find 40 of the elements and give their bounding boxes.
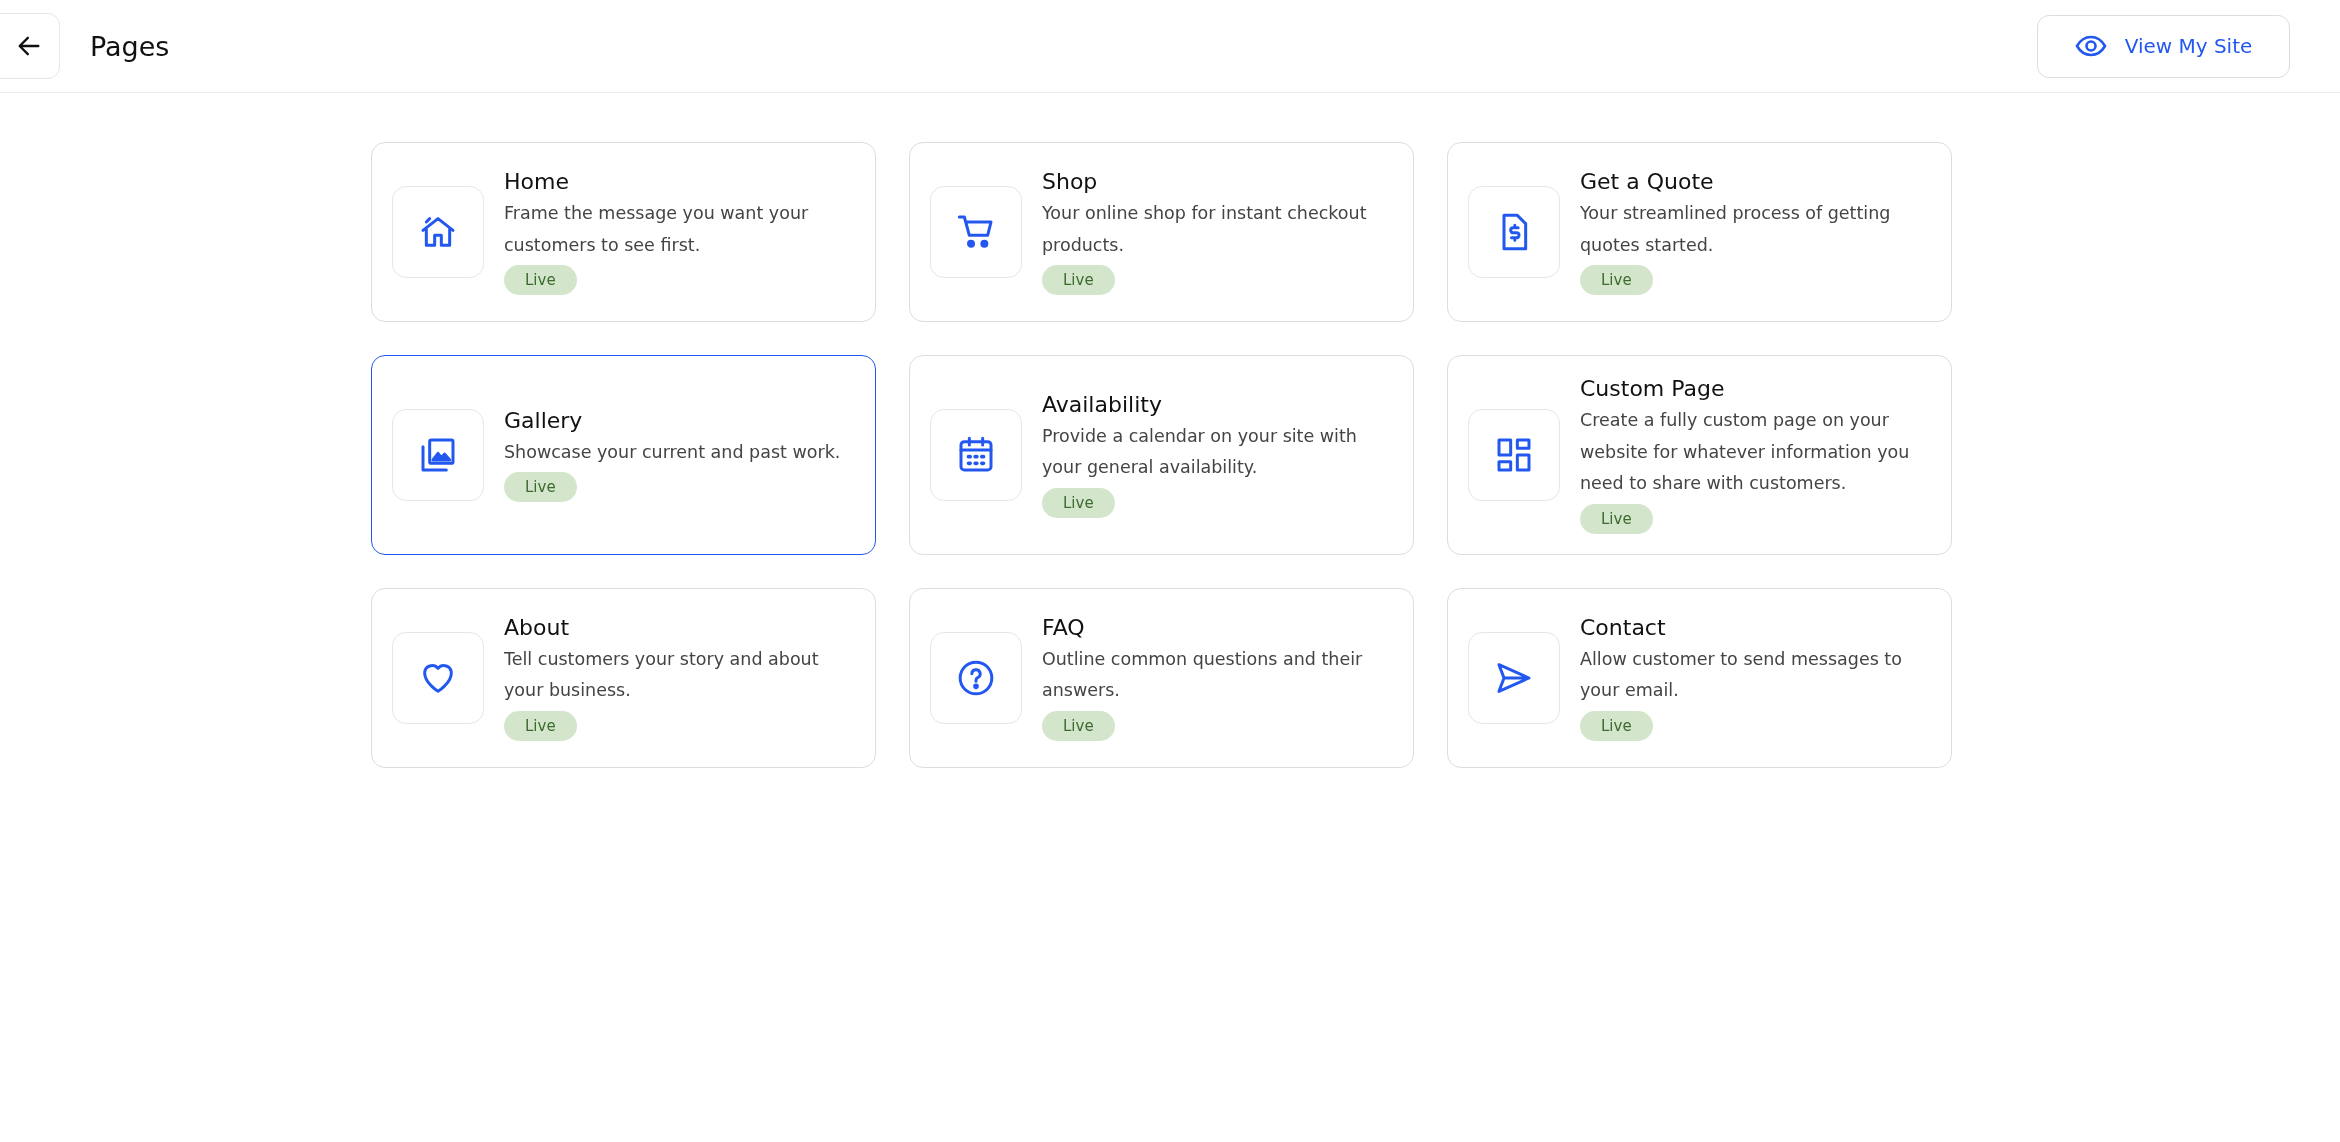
page-card[interactable]: Home Frame the message you want your customers to see first. Live [371,142,876,322]
page-description: Outline common questions and their answers. [1042,647,1364,702]
page-card[interactable]: Shop Your online shop for instant checkout products. Live [909,142,1414,322]
status-badge: Live [504,472,577,502]
status-badge: Live [1042,487,1115,518]
status-badge: Live [504,710,577,741]
page-card[interactable]: About Tell customers your story and about your business. Live [371,587,876,768]
page-title: Home [504,169,569,194]
page-card[interactable]: Availability Provide a calendar on your site with your general availability. Live [909,355,1414,555]
page-title: FAQ [1042,614,1085,640]
page-description: Showcase your current and past work. [504,440,841,464]
page-title: Pages [90,30,170,62]
status-badge: Live [1580,710,1653,741]
status-badge: Live [1042,710,1115,741]
page-card[interactable]: Get a Quote Your streamlined process of getting quotes started. Live [1447,142,1952,322]
page-description: Tell customers your story and about your business. [504,647,820,702]
page-card[interactable]: Gallery Showcase your current and past work. Live [371,355,876,555]
page-card[interactable]: Custom Page Create a fully custom page on your website for whatever information you need to share with customers. Live [1447,355,1952,555]
page-description: Provide a calendar on your site with your general availability. [1042,424,1358,480]
page-title: Contact [1580,614,1666,640]
status-badge: Live [1580,265,1653,295]
page-description: Your streamlined process of getting quotes started. [1580,202,1892,257]
page-title: Get a Quote [1580,169,1714,194]
status-badge: Live [1580,503,1653,534]
status-badge: Live [504,265,577,295]
page-description: Create a fully custom page on your website for whatever information you need to share with customers. [1580,409,1911,495]
page-description: Frame the message you want your customers to see first. [504,202,810,257]
page-title: Custom Page [1580,376,1725,401]
page-card[interactable]: FAQ Outline common questions and their answers. Live [909,587,1414,768]
status-badge: Live [1042,265,1115,295]
page-title: About [504,614,570,640]
page-description: Allow customer to send messages to your email. [1580,647,1903,702]
back-button[interactable] [0,13,60,79]
page-title: Shop [1042,169,1098,194]
page-card[interactable]: Contact Allow customer to send messages to your email. Live [1447,587,1952,768]
page-title: Gallery [504,407,583,433]
page-title: Availability [1042,391,1162,417]
view-my-site-button[interactable]: View My Site [2037,14,2290,78]
eye-icon [2074,35,2107,57]
page-description: Your online shop for instant checkout products. [1042,202,1368,257]
